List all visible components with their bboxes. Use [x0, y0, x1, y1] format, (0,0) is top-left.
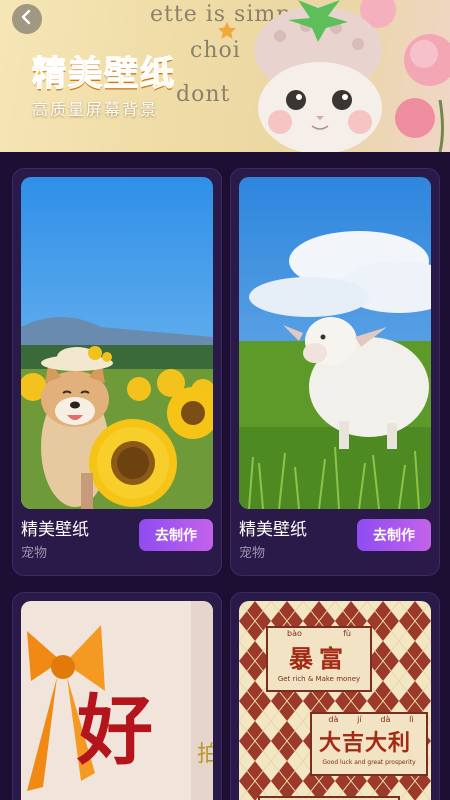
label-pinyin: dà jí dà lì: [328, 715, 414, 724]
wallpaper-card[interactable]: bào fù 暴富 Get rich & Make money dà jí dà…: [230, 592, 440, 800]
card-category: 宠物: [239, 546, 266, 561]
label-chars: 暴富: [289, 644, 349, 673]
make-button[interactable]: 去制作: [357, 519, 431, 551]
label-english: Get rich & Make money: [277, 675, 361, 683]
chevron-left-icon: [19, 9, 35, 29]
banner-script-line: dont: [176, 82, 231, 107]
wallpaper-card[interactable]: 精美壁纸 宠物 去制作: [12, 168, 222, 576]
wallpaper-thumbnail[interactable]: [239, 177, 431, 509]
card-title: 精美壁纸: [21, 520, 89, 540]
star-icon: [216, 20, 238, 46]
wallpaper-card[interactable]: 拍 好: [12, 592, 222, 800]
label-chars: 大吉大利: [319, 730, 412, 756]
back-button[interactable]: [12, 4, 42, 34]
banner-title: 精美壁纸: [31, 53, 176, 94]
label-pinyin: bào fù: [287, 629, 351, 638]
banner-subtitle: 高质量屏幕背景: [32, 100, 159, 119]
lamb-grass-image: [239, 177, 431, 509]
shiba-sunflower-image: [21, 177, 213, 509]
wallpaper-thumbnail[interactable]: bào fù 暴富 Get rich & Make money dà jí dà…: [239, 601, 431, 800]
wallpaper-thumbnail[interactable]: 拍 好: [21, 601, 213, 800]
card-title: 精美壁纸: [239, 520, 307, 540]
cat-illustration: [254, 0, 450, 152]
card-category: 宠物: [21, 546, 48, 561]
wallpaper-thumbnail[interactable]: [21, 177, 213, 509]
calligraphy-text: 好: [77, 686, 153, 775]
svg-text:拍: 拍: [197, 742, 213, 767]
make-button[interactable]: 去制作: [139, 519, 213, 551]
label-english: Good luck and great prosperity: [322, 759, 416, 766]
wallpaper-card[interactable]: 精美壁纸 宠物 去制作: [230, 168, 440, 576]
banner: ette is simp choi dont 精美壁纸 高质量屏幕背景: [0, 0, 450, 152]
